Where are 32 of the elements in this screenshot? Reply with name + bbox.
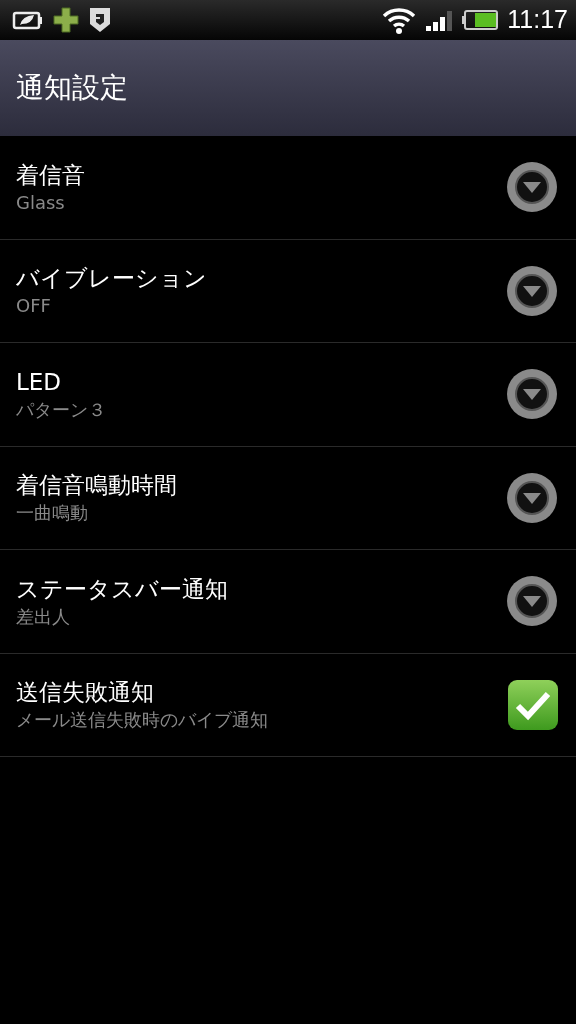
setting-title: 着信音 <box>16 160 85 190</box>
setting-row[interactable]: LED パターン３ <box>0 343 576 447</box>
setting-row[interactable]: バイブレーション OFF <box>0 239 576 343</box>
dropdown-icon[interactable] <box>506 575 558 628</box>
setting-summary: パターン３ <box>16 397 106 421</box>
battery-saver-icon <box>12 9 44 31</box>
setting-title: 着信音鳴動時間 <box>16 471 177 501</box>
setting-summary: メール送信失敗時のバイブ通知 <box>16 708 268 732</box>
dropdown-icon[interactable] <box>506 161 558 214</box>
setting-row[interactable]: 着信音鳴動時間 一曲鳴動 <box>0 446 576 550</box>
setting-summary: OFF <box>16 294 52 318</box>
setting-title: LED <box>16 367 63 397</box>
setting-title: 送信失敗通知 <box>16 678 155 708</box>
signal-icon <box>425 8 454 32</box>
wifi-icon <box>381 5 418 35</box>
setting-row[interactable]: ステータスバー通知 差出人 <box>0 550 576 654</box>
checkbox[interactable] <box>508 679 558 730</box>
screen-title: 通知設定 <box>16 70 128 106</box>
battery-icon <box>461 9 500 31</box>
setting-summary: 差出人 <box>16 604 71 628</box>
setting-row[interactable]: 送信失敗通知 メール送信失敗時のバイブ通知 <box>0 653 576 757</box>
plus-icon <box>52 6 80 34</box>
setting-summary: 一曲鳴動 <box>16 501 89 525</box>
dropdown-icon[interactable] <box>506 264 558 317</box>
dropdown-icon[interactable] <box>506 368 558 421</box>
setting-summary: Glass <box>16 190 66 214</box>
setting-row[interactable]: 着信音 Glass <box>0 136 576 240</box>
dropdown-icon[interactable] <box>506 471 558 524</box>
shield-icon <box>88 6 112 34</box>
status-time: 11:17 <box>507 4 568 36</box>
setting-title: ステータスバー通知 <box>16 574 228 604</box>
setting-title: バイブレーション <box>16 264 207 294</box>
